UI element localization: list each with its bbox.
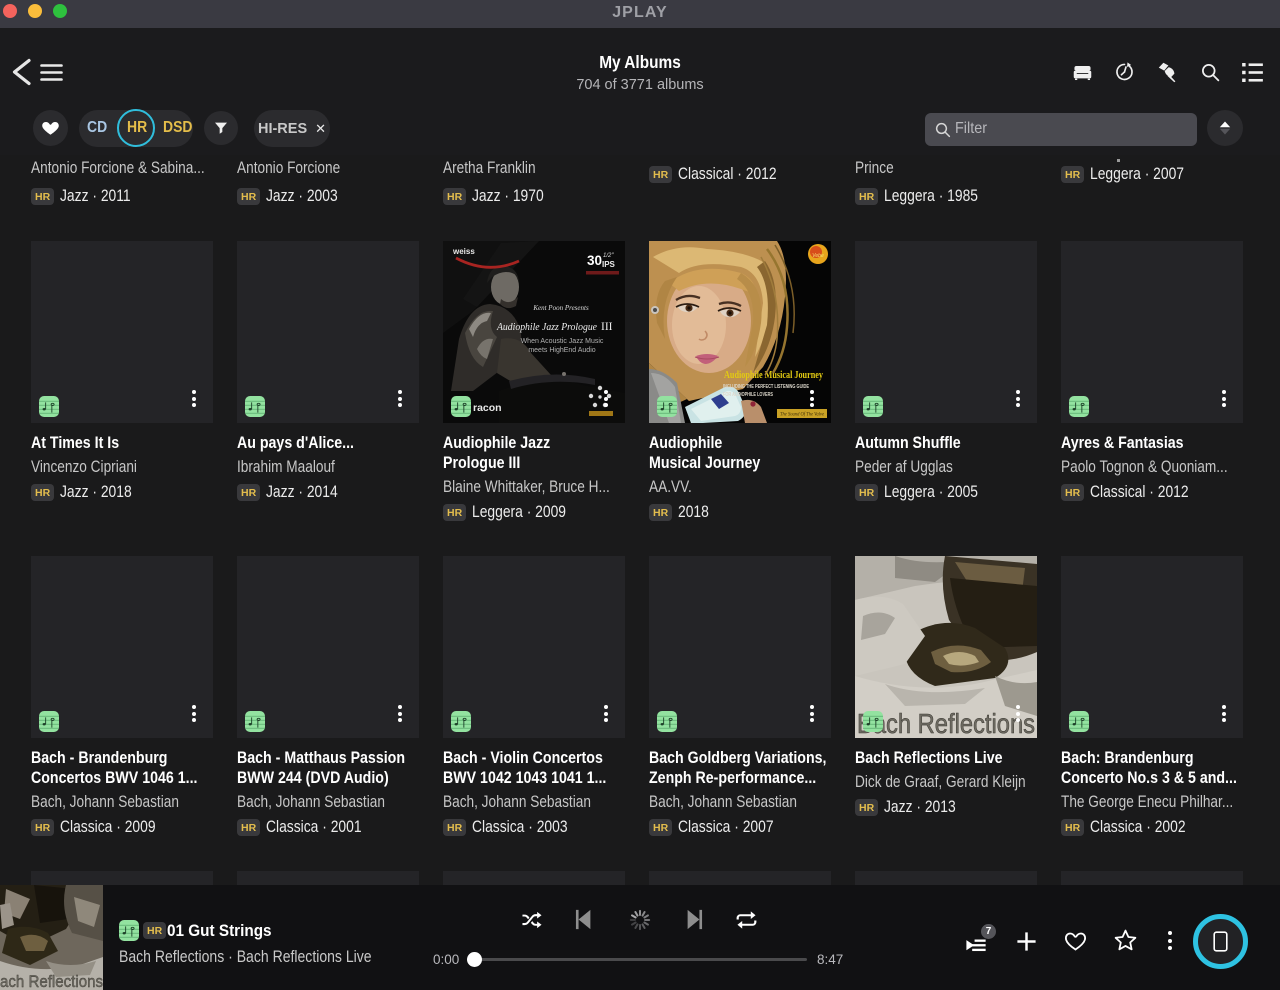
svg-text:ach Reflections: ach Reflections [0,972,103,990]
svg-text:Audiophile Jazz Prologue: Audiophile Jazz Prologue [496,321,597,333]
svg-text:Vebe: Vebe [812,253,824,259]
svg-text:racon: racon [473,402,502,414]
svg-text:IPS: IPS [602,260,616,269]
svg-text:When Acoustic Jazz Music: When Acoustic Jazz Music [521,338,604,345]
svg-text:INCLUDING THE PERFECT LISTENIN: INCLUDING THE PERFECT LISTENING GUIDE [723,384,809,390]
svg-text:meets HighEnd Audio: meets HighEnd Audio [528,347,595,354]
svg-text:Kent Poon Presents: Kent Poon Presents [532,304,589,312]
svg-text:FOR AUDIOPHILE LOVERS: FOR AUDIOPHILE LOVERS [723,392,773,398]
svg-text:30: 30 [587,253,602,268]
svg-text:1/2″: 1/2″ [603,253,614,259]
svg-text:The Sound Of The Valve: The Sound Of The Valve [780,411,824,418]
svg-text:III: III [601,321,613,333]
svg-text:weiss: weiss [452,247,475,256]
svg-text:Bach Reflections: Bach Reflections [857,708,1035,738]
